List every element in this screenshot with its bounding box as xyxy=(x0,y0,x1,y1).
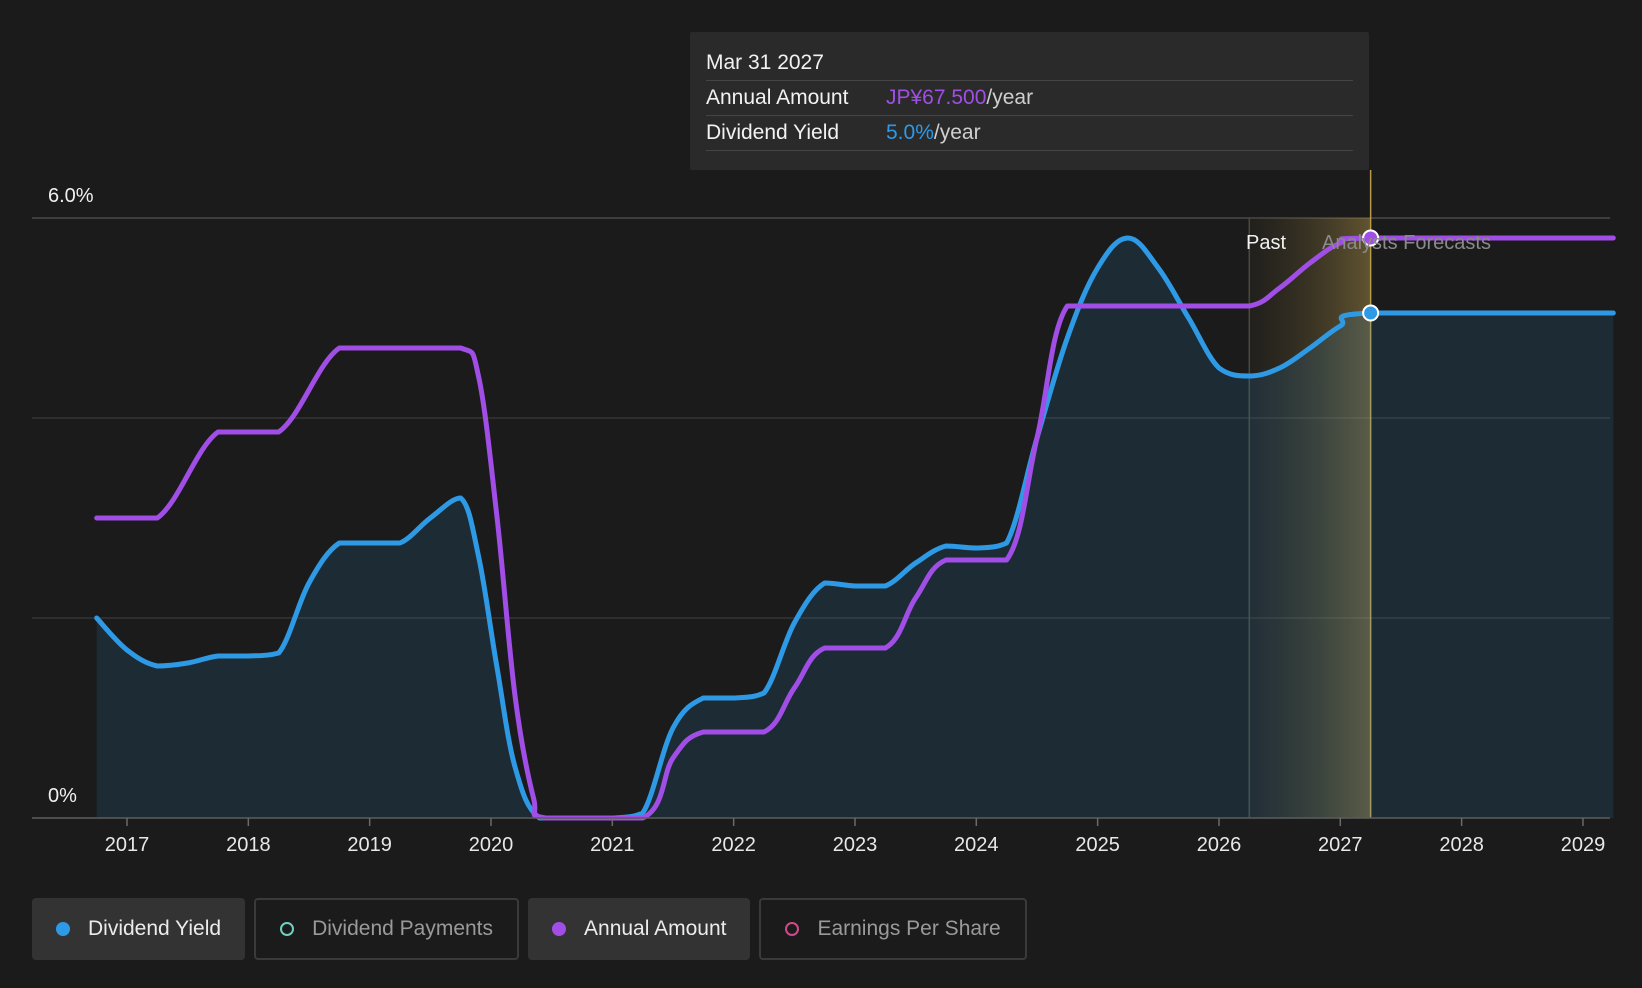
tooltip-unit: /year xyxy=(933,121,981,144)
tooltip-label: Dividend Yield xyxy=(706,121,840,144)
chart-legend: Dividend Yield Dividend Payments Annual … xyxy=(32,898,1027,960)
legend-item-dividend-yield[interactable]: Dividend Yield xyxy=(32,898,246,960)
x-tick-label: 2029 xyxy=(1561,834,1606,856)
x-tick-label: 2024 xyxy=(954,834,999,856)
x-tick-label: 2019 xyxy=(347,834,392,856)
past-label: Past xyxy=(1246,232,1286,254)
tooltip-value: JP¥67.500 xyxy=(886,86,987,109)
legend-label: Annual Amount xyxy=(584,917,727,940)
legend-label: Dividend Payments xyxy=(312,917,494,940)
x-tick-label: 2018 xyxy=(226,834,271,856)
dividend-yield-area xyxy=(96,238,1614,818)
x-axis: 2017 2018 2019 2020 2021 2022 2023 2024 2025 2026… xyxy=(32,817,1610,856)
x-tick-label: 2025 xyxy=(1075,834,1120,856)
tooltip-row-annual-amount: Annual Amount JP¥67.500 /year xyxy=(706,81,1353,116)
x-tick-label: 2026 xyxy=(1197,834,1242,856)
x-tick-label: 2022 xyxy=(711,834,756,856)
dividend-yield-marker xyxy=(1362,304,1380,322)
legend-item-earnings-per-share[interactable]: Earnings Per Share xyxy=(759,898,1027,960)
tooltip-label: Annual Amount xyxy=(706,86,849,109)
x-tick-label: 2028 xyxy=(1439,834,1484,856)
x-tick-label: 2023 xyxy=(833,834,878,856)
hover-tooltip: Mar 31 2027 Annual Amount JP¥67.500 /yea… xyxy=(690,32,1369,170)
legend-label: Earnings Per Share xyxy=(817,917,1001,940)
series-layer xyxy=(94,229,1616,821)
legend-item-annual-amount[interactable]: Annual Amount xyxy=(528,898,751,960)
x-tick-label: 2020 xyxy=(469,834,514,856)
x-tick-label: 2027 xyxy=(1318,834,1363,856)
tooltip-unit: /year xyxy=(986,86,1034,109)
y-tick-label-bottom: 0% xyxy=(48,785,77,807)
forecast-label: Analysts Forecasts xyxy=(1322,232,1491,254)
tooltip-date: Mar 31 2027 xyxy=(706,48,1353,81)
y-tick-label-top: 6.0% xyxy=(48,185,94,207)
legend-dot-icon xyxy=(56,922,70,936)
x-tick-label: 2017 xyxy=(105,834,150,856)
x-tick-label: 2021 xyxy=(590,834,635,856)
tooltip-row-dividend-yield: Dividend Yield 5.0% /year xyxy=(706,116,1353,151)
tooltip-value: 5.0% xyxy=(886,121,934,144)
legend-dot-icon xyxy=(552,922,567,936)
legend-dot-icon xyxy=(785,922,800,936)
legend-label: Dividend Yield xyxy=(88,917,222,940)
legend-item-dividend-payments[interactable]: Dividend Payments xyxy=(254,898,520,960)
legend-dot-icon xyxy=(280,922,295,936)
